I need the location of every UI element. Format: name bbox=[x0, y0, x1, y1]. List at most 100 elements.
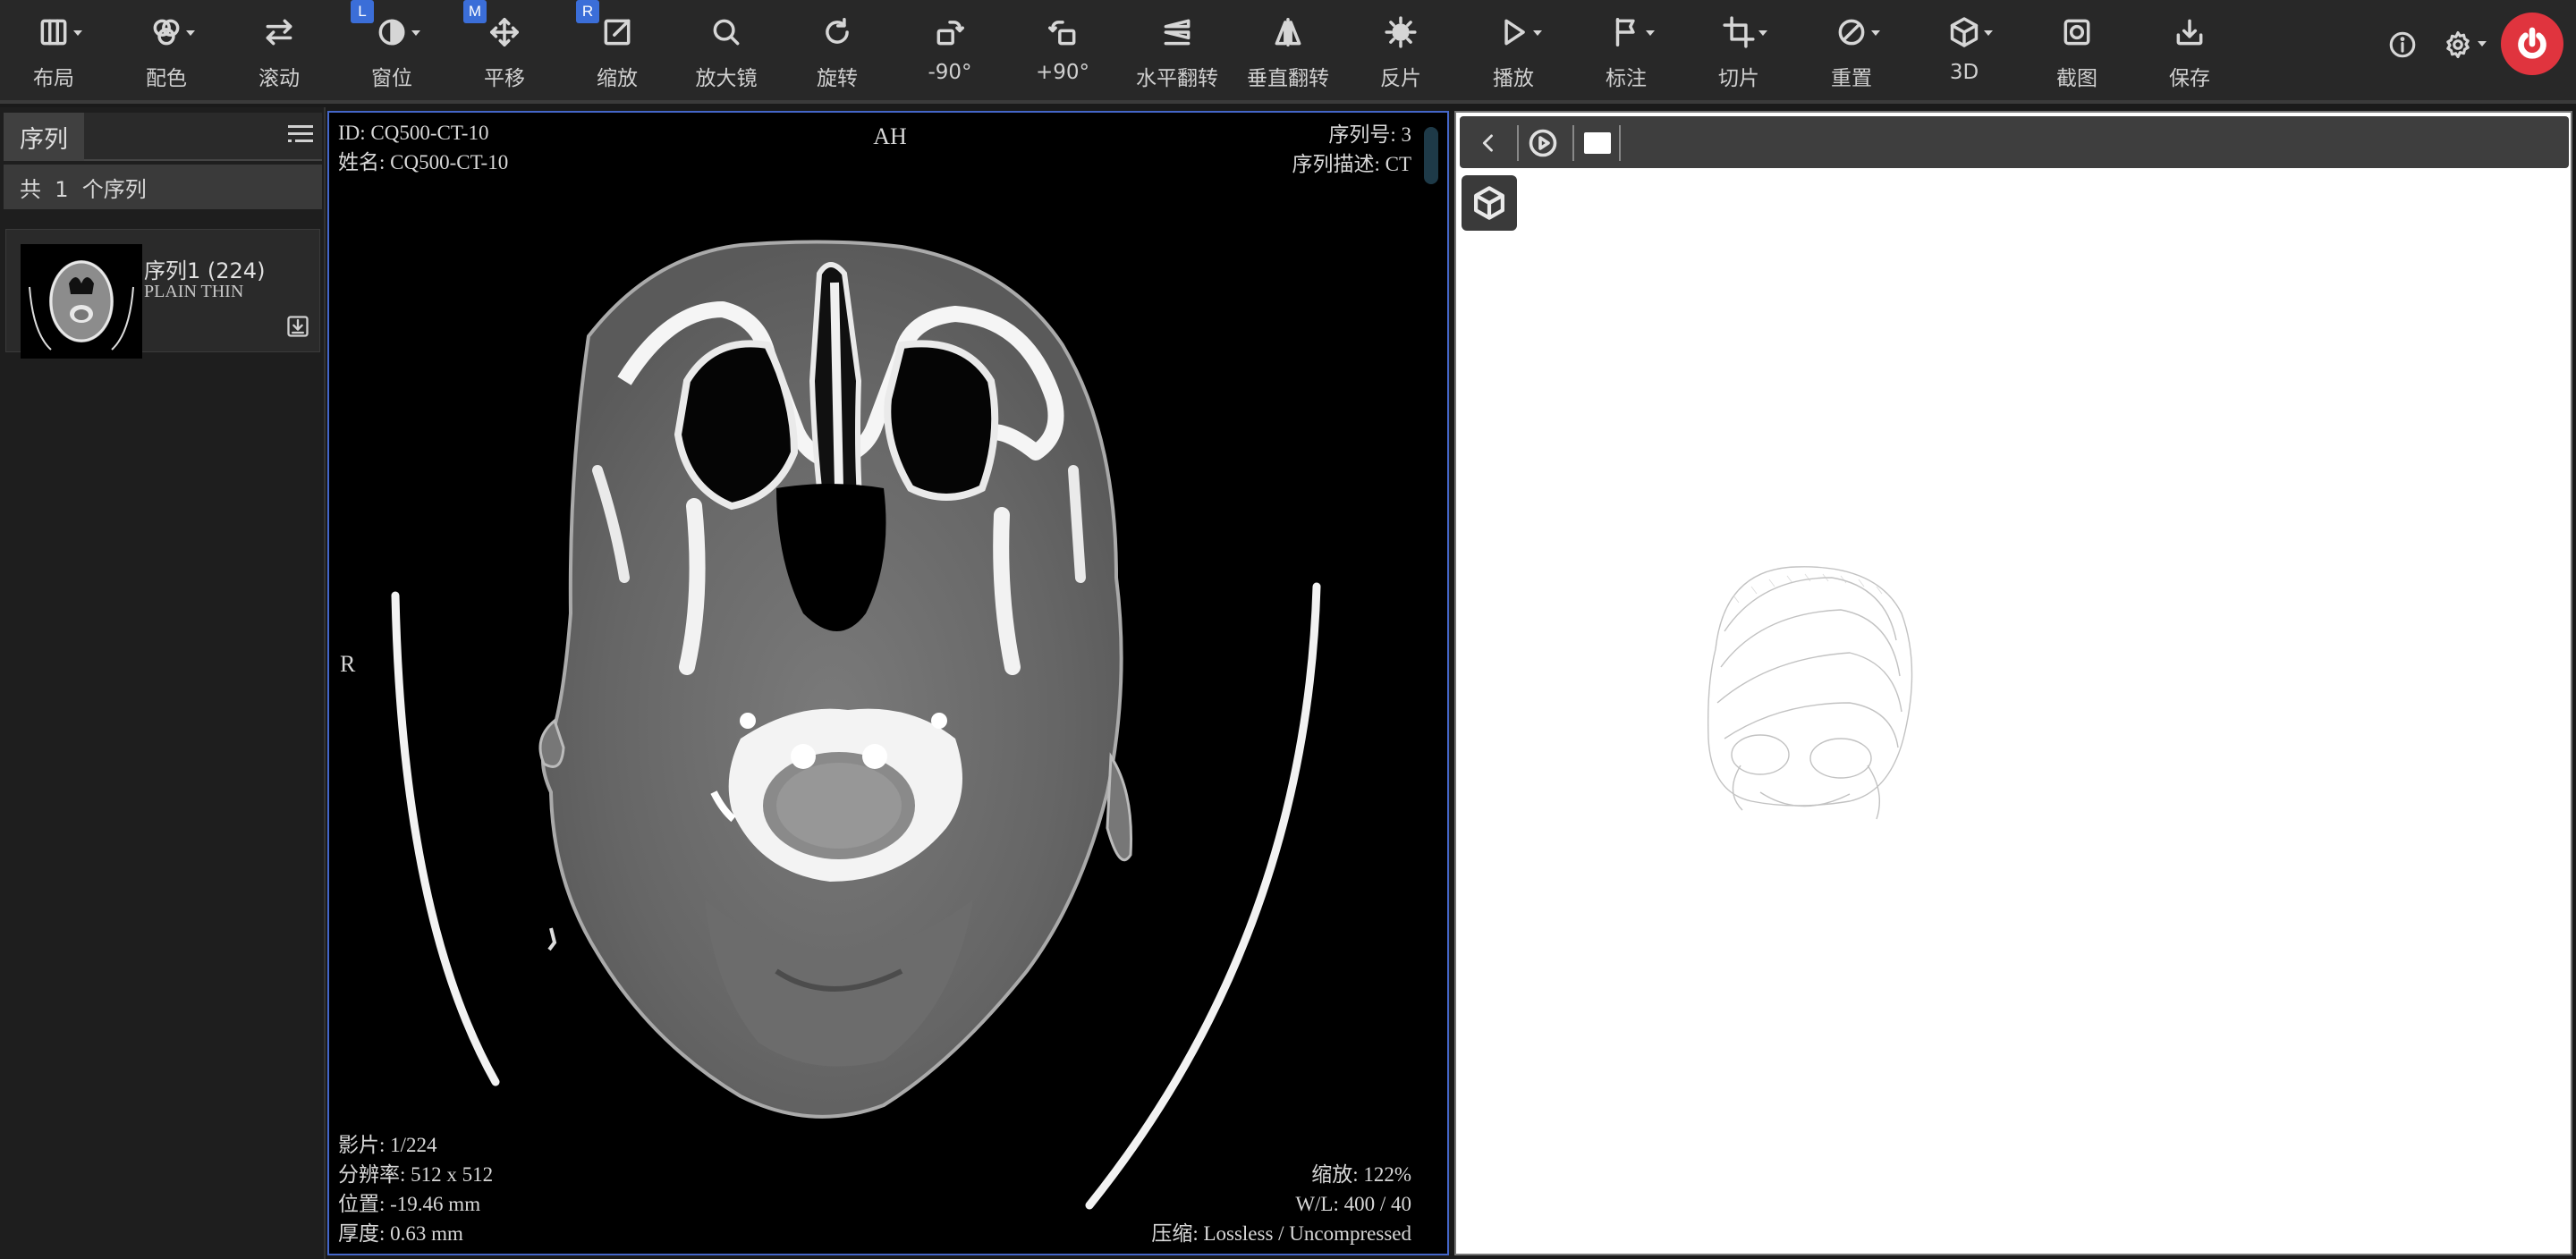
toolbar-layout-button[interactable]: 布局 bbox=[0, 0, 107, 100]
toolbar-reset-button[interactable]: 重置 bbox=[1798, 0, 1905, 100]
zoom-box-icon: R bbox=[576, 0, 644, 52]
toolbar-label: 水平翻转 bbox=[1136, 67, 1218, 90]
series-count: 共 1 个序列 bbox=[4, 165, 322, 209]
toolbar-screenshot-button[interactable]: 截图 bbox=[2023, 0, 2131, 100]
reset-slash-icon bbox=[1825, 13, 1880, 52]
toolbar-rotate-button[interactable]: 旋转 bbox=[784, 0, 891, 100]
series-panel: 序列 共 1 个序列 序列1 (224) PLAIN THIN bbox=[0, 107, 326, 1259]
chevron-down-icon bbox=[73, 30, 82, 36]
screenshot-icon bbox=[2050, 13, 2104, 52]
mouse-binding-badge: R bbox=[576, 0, 599, 23]
image-viewport[interactable]: ID: CQ500-CT-10 姓名: CQ500-CT-10 AH 序列号: … bbox=[327, 111, 1449, 1255]
series-tab-bar: 序列 bbox=[4, 113, 322, 161]
chevron-down-icon bbox=[411, 30, 420, 36]
series-description: PLAIN THIN bbox=[144, 282, 244, 301]
toolbar-pan-button[interactable]: M 平移 bbox=[451, 0, 558, 100]
toolbar-label: 垂直翻转 bbox=[1247, 67, 1329, 90]
toolbar-flip-v-button[interactable]: 垂直翻转 bbox=[1234, 0, 1342, 100]
orientation-top: AH bbox=[873, 123, 907, 149]
toolbar-label: 切片 bbox=[1718, 67, 1759, 90]
info-button[interactable] bbox=[2379, 21, 2426, 68]
toolbar-label: 放大镜 bbox=[695, 67, 758, 90]
invert-sun-icon bbox=[1374, 13, 1428, 52]
flip-horizontal-icon bbox=[1150, 13, 1204, 52]
toolbar-window-button[interactable]: L 窗位 bbox=[338, 0, 445, 100]
color-palette-icon bbox=[140, 13, 195, 52]
toolbar-slice-button[interactable]: 切片 bbox=[1685, 0, 1792, 100]
toolbar-rotate-cw-button[interactable]: +90° bbox=[1009, 0, 1116, 100]
download-icon bbox=[287, 316, 309, 337]
flip-vertical-icon bbox=[1261, 13, 1315, 52]
toolbar-flip-h-button[interactable]: 水平翻转 bbox=[1123, 0, 1231, 100]
cube-icon bbox=[1937, 13, 1993, 52]
patient-name-text: 姓名: CQ500-CT-10 bbox=[338, 151, 509, 173]
chevron-down-icon bbox=[1533, 30, 1542, 36]
rotate-icon bbox=[810, 13, 864, 52]
main-toolbar: 布局 配色 滚动 L 窗位 M 平移 R 缩放 放大镜 旋转 -90° +90° 水平翻转 垂直翻转 反片 播放… bbox=[0, 0, 2576, 104]
power-button[interactable] bbox=[2501, 13, 2563, 75]
gear-icon bbox=[2446, 30, 2470, 59]
resolution-text: 分辨率: 512 x 512 bbox=[338, 1163, 494, 1186]
toolbar-label: 缩放 bbox=[597, 67, 638, 90]
series-list-item[interactable]: 序列1 (224) PLAIN THIN bbox=[5, 229, 320, 359]
rotate-cw-90-icon bbox=[1036, 13, 1089, 52]
toolbar-label: 保存 bbox=[2169, 67, 2210, 90]
toolbar-invert-button[interactable]: 反片 bbox=[1347, 0, 1454, 100]
image-index-text: 影片: 1/224 bbox=[338, 1134, 437, 1156]
series-description-text: 序列描述: CT bbox=[1292, 153, 1411, 175]
3d-render-panel[interactable] bbox=[1454, 111, 2572, 1255]
toolbar-label: 反片 bbox=[1380, 67, 1421, 90]
mouse-binding-badge: M bbox=[463, 0, 487, 23]
zoom-level-text: 缩放: 122% bbox=[1311, 1163, 1411, 1186]
toolbar-label: 重置 bbox=[1831, 67, 1872, 90]
series-thumbnail bbox=[21, 244, 142, 359]
ct-axial-image bbox=[391, 240, 1321, 1210]
toolbar-label: 配色 bbox=[146, 67, 187, 90]
thickness-text: 厚度: 0.63 mm bbox=[338, 1222, 463, 1245]
layout-columns-icon bbox=[27, 13, 82, 52]
toolbar-label: 平移 bbox=[484, 67, 525, 90]
info-icon bbox=[2389, 31, 2416, 58]
skull-3d-render bbox=[1707, 566, 1913, 820]
rotate-ccw-90-icon bbox=[923, 13, 977, 52]
toolbar-label: +90° bbox=[1035, 61, 1090, 84]
toolbar-colormap-button[interactable]: 配色 bbox=[113, 0, 220, 100]
chevron-down-icon bbox=[186, 30, 195, 36]
move-icon: M bbox=[463, 0, 531, 52]
crop-icon bbox=[1712, 13, 1767, 52]
save-download-icon bbox=[2163, 13, 2216, 52]
flag-icon bbox=[1599, 13, 1655, 52]
chevron-down-icon bbox=[1758, 30, 1767, 36]
chevron-down-icon bbox=[1984, 30, 1993, 36]
position-text: 位置: -19.46 mm bbox=[338, 1193, 481, 1215]
overlay-top-right: 序列号: 3 序列描述: CT bbox=[1292, 120, 1411, 179]
overlay-bottom-right: 缩放: 122% W/L: 400 / 40 压缩: Lossless / Un… bbox=[1151, 1160, 1411, 1248]
toolbar-label: 旋转 bbox=[817, 67, 858, 90]
toolbar-label: 滚动 bbox=[258, 67, 300, 90]
toolbar-3d-button[interactable]: 3D bbox=[1911, 0, 2018, 100]
series-name: 序列1 (224) bbox=[144, 258, 266, 283]
toolbar-label: 布局 bbox=[33, 67, 74, 90]
play-icon bbox=[1487, 13, 1542, 52]
toolbar-zoom-button[interactable]: R 缩放 bbox=[564, 0, 671, 100]
mouse-binding-badge: L bbox=[351, 0, 374, 23]
toolbar-play-button[interactable]: 播放 bbox=[1460, 0, 1567, 100]
menu-icon[interactable] bbox=[288, 125, 313, 148]
series-number-text: 序列号: 3 bbox=[1328, 123, 1411, 146]
tab-series[interactable]: 序列 bbox=[4, 113, 84, 161]
toolbar-save-button[interactable]: 保存 bbox=[2136, 0, 2243, 100]
orientation-left: R bbox=[340, 651, 356, 677]
toolbar-label: 截图 bbox=[2056, 67, 2097, 90]
window-level-text: W/L: 400 / 40 bbox=[1295, 1193, 1411, 1215]
toolbar-label: 播放 bbox=[1493, 67, 1534, 90]
toolbar-label: 3D bbox=[1949, 61, 1979, 84]
toolbar-rotate-ccw-button[interactable]: -90° bbox=[896, 0, 1004, 100]
series-download-button[interactable] bbox=[285, 314, 310, 339]
toolbar-label: 窗位 bbox=[371, 67, 412, 90]
chevron-down-icon bbox=[1871, 30, 1880, 36]
toolbar-scroll-button[interactable]: 滚动 bbox=[225, 0, 333, 100]
toolbar-magnifier-button[interactable]: 放大镜 bbox=[673, 0, 780, 100]
toolbar-annotate-button[interactable]: 标注 bbox=[1572, 0, 1680, 100]
compression-text: 压缩: Lossless / Uncompressed bbox=[1151, 1222, 1411, 1245]
settings-button[interactable] bbox=[2435, 21, 2487, 68]
